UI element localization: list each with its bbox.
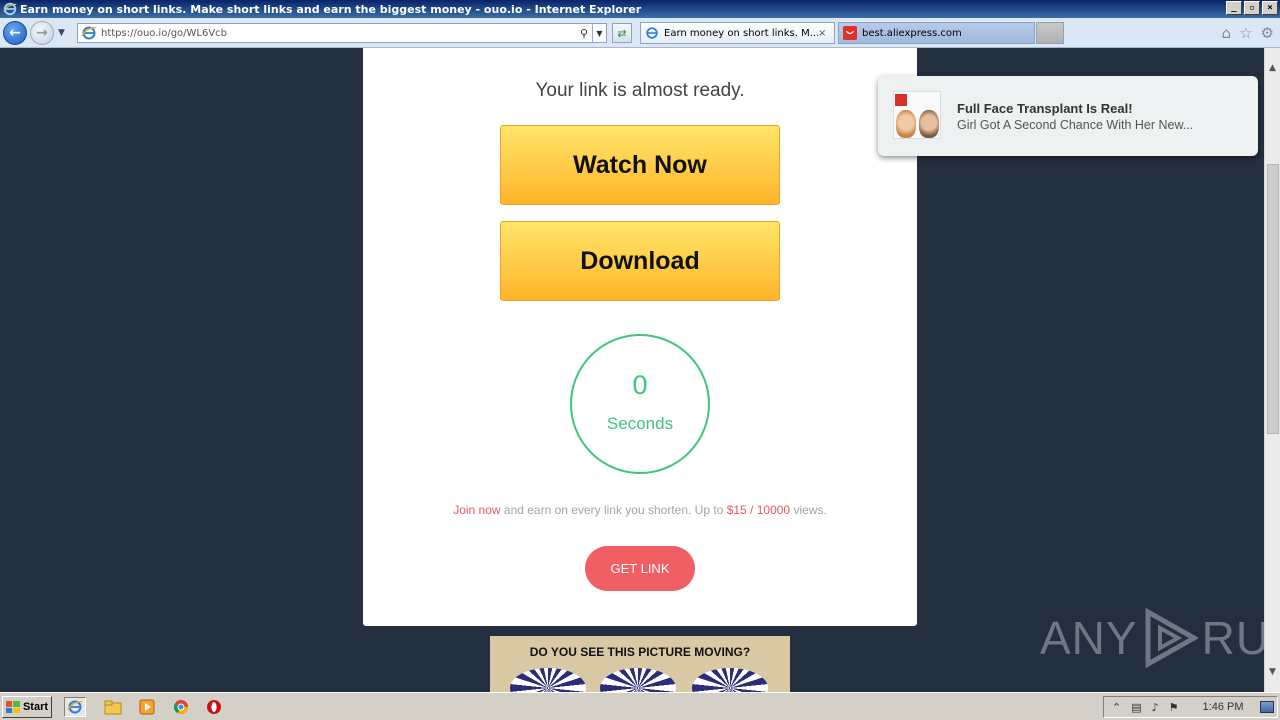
windows-flag-icon [5,701,20,713]
ready-heading: Your link is almost ready. [535,80,745,101]
promo-middle: and earn on every link you shorten. Up t… [500,503,727,517]
anyrun-watermark: ANY RUN [1040,608,1264,668]
forward-arrow-icon: → [36,25,48,41]
ie-logo-icon [3,2,17,16]
page-scrollbar[interactable]: ▲ ▼ [1264,48,1280,692]
tab-close-icon[interactable]: × [818,28,830,39]
action-center-flag-icon[interactable]: ⚑ [1169,701,1179,714]
taskbar-media-player-icon[interactable] [136,697,158,717]
taskbar-chrome-icon[interactable] [170,697,192,717]
show-desktop-icon[interactable] [1260,701,1274,713]
browser-navbar: ← → ▼ https://ouo.io/go/WL6Vcb ⚲ ▼ ⇄ Ear… [0,18,1280,48]
countdown-unit: Seconds [606,414,674,433]
system-tray: ⌃ ▤ ♪ ⚑ 1:46 PM [1103,696,1278,718]
tab-aliexpress[interactable]: best.aliexpress.com [838,22,1035,44]
aliexpress-icon [843,26,857,40]
webpage-viewport: Your link is almost ready. Watch Now Dow… [0,48,1264,692]
settings-gear-icon[interactable]: ⚙ [1261,24,1274,42]
tab-label: best.aliexpress.com [862,27,962,39]
scroll-thumb[interactable] [1267,164,1279,434]
notification-title: Full Face Transplant Is Real! [957,101,1133,116]
illusion-swirl-image [692,668,768,692]
tray-expand-icon[interactable]: ⌃ [1112,701,1121,714]
start-label: Start [22,701,49,713]
promo-text: Join now and earn on every link you shor… [363,503,917,517]
tab-ouo[interactable]: Earn money on short links. M... × [640,22,835,44]
get-link-button[interactable]: GET LINK [585,546,695,591]
notification-thumbnail [893,91,941,139]
taskbar-ie-icon[interactable] [64,697,86,717]
ad-banner[interactable]: DO YOU SEE THIS PICTURE MOVING? [490,636,790,692]
address-dropdown-icon[interactable]: ▼ [592,24,606,42]
illusion-swirl-image [600,668,676,692]
network-icon[interactable]: ▤ [1131,701,1141,714]
ad-title: DO YOU SEE THIS PICTURE MOVING? [529,645,751,659]
promo-end: views. [790,503,827,517]
play-logo-icon [1145,608,1198,668]
watermark-right-text: RUN [1201,612,1264,664]
start-button[interactable]: Start [2,696,52,718]
window-title: Earn money on short links. Make short li… [20,2,642,16]
home-icon[interactable]: ⌂ [1222,24,1232,42]
scroll-up-icon[interactable]: ▲ [1265,60,1280,76]
refresh-icon: ⇄ [617,26,627,40]
url-text[interactable]: https://ouo.io/go/WL6Vcb [101,28,576,39]
illusion-swirl-image [510,668,586,692]
favorites-star-icon[interactable]: ☆ [1239,24,1252,42]
window-titlebar: Earn money on short links. Make short li… [0,0,1280,18]
watch-now-button[interactable]: Watch Now [500,125,780,205]
compat-refresh-button[interactable]: ⇄ [612,23,632,43]
browser-toolbar-icons: ⌂ ☆ ⚙ [1222,24,1274,42]
countdown-timer: 0 Seconds [570,334,710,474]
join-now-link[interactable]: Join now [453,503,500,517]
promo-rate: $15 / 10000 [726,503,791,517]
taskbar-opera-icon[interactable] [203,697,225,717]
minimize-button[interactable]: _ [1226,1,1242,15]
watermark-left-text: ANY [1040,612,1138,664]
countdown-value: 0 [632,370,648,400]
window-controls: _ ▫ × [1226,1,1278,15]
new-tab-button[interactable] [1036,22,1064,44]
tab-label: Earn money on short links. M... [664,27,818,39]
scroll-down-icon[interactable]: ▼ [1265,664,1280,680]
link-card: Your link is almost ready. Watch Now Dow… [363,48,917,626]
page-ie-icon [81,26,97,40]
download-button[interactable]: Download [500,221,780,301]
tab-ie-icon [646,27,658,39]
restore-button[interactable]: ▫ [1244,1,1260,15]
notification-body: Girl Got A Second Chance With Her New... [957,118,1194,132]
close-window-button[interactable]: × [1262,1,1278,15]
clock[interactable]: 1:46 PM [1203,701,1244,713]
forward-button[interactable]: → [30,21,54,45]
search-icon[interactable]: ⚲ [576,27,592,40]
back-button[interactable]: ← [3,21,27,45]
windows-taskbar: Start ⌃ ▤ ♪ ⚑ 1:46 PM [0,692,1280,720]
history-dropdown-icon[interactable]: ▼ [58,28,65,38]
address-bar[interactable]: https://ouo.io/go/WL6Vcb ⚲ ▼ [77,23,607,43]
push-notification[interactable]: Full Face Transplant Is Real! Girl Got A… [878,76,1258,156]
volume-icon[interactable]: ♪ [1152,701,1159,714]
taskbar-explorer-folder-icon[interactable] [102,697,124,717]
back-arrow-icon: ← [9,25,21,41]
